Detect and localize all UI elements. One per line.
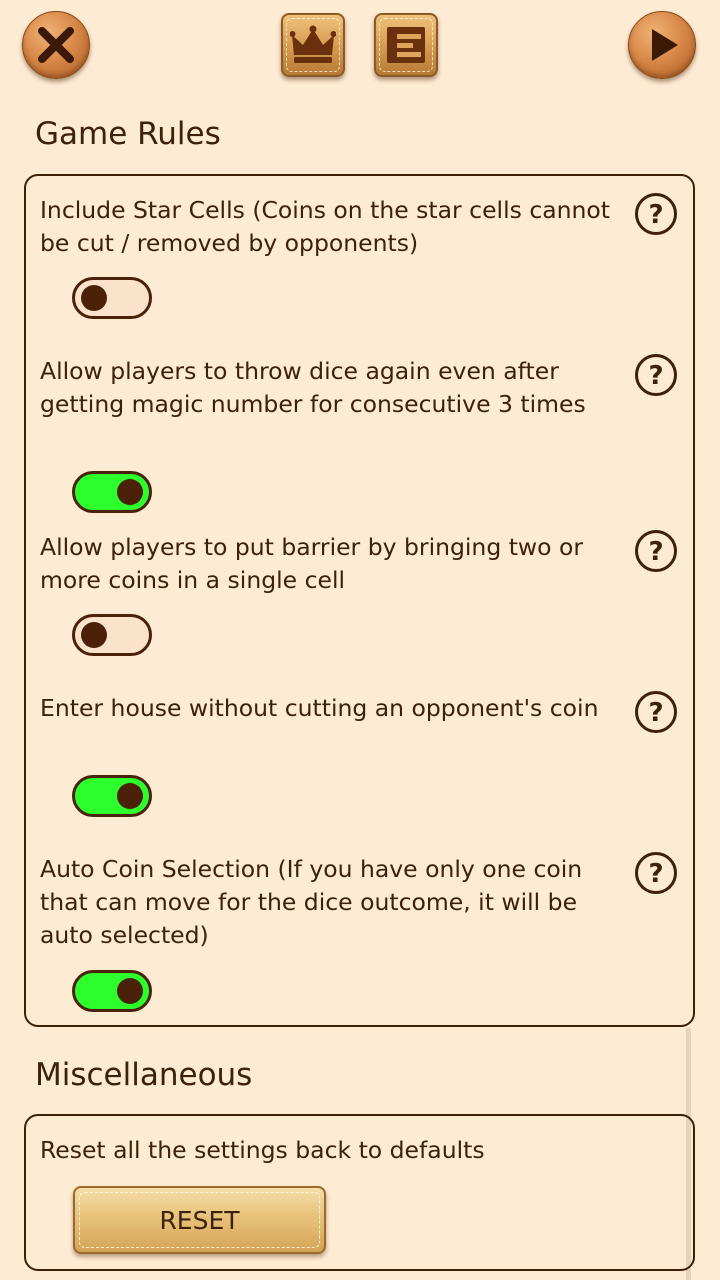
menu-button[interactable] <box>374 13 438 77</box>
svg-text:?: ? <box>648 698 663 728</box>
svg-text:?: ? <box>648 537 663 567</box>
toggle-barrier[interactable] <box>72 614 152 656</box>
svg-text:?: ? <box>648 361 663 391</box>
rule-star-cells-text: Include Star Cells (Coins on the star ce… <box>40 196 611 257</box>
toggle-knob <box>81 285 107 311</box>
x-icon <box>38 27 74 63</box>
toggle-auto-coin[interactable] <box>72 970 152 1012</box>
reset-button-label: RESET <box>159 1205 240 1235</box>
wooden-stack-icon <box>387 27 425 63</box>
close-button[interactable] <box>22 11 90 79</box>
question-circle-icon[interactable]: ? <box>634 353 678 397</box>
toggle-knob <box>117 783 143 809</box>
question-circle-icon[interactable]: ? <box>634 529 678 573</box>
svg-text:?: ? <box>648 200 663 230</box>
reset-button[interactable]: RESET <box>73 1186 326 1254</box>
play-button[interactable] <box>628 11 696 79</box>
toggle-dice-again[interactable] <box>72 471 152 513</box>
leaderboard-button[interactable] <box>281 13 345 77</box>
question-circle-icon[interactable]: ? <box>634 690 678 734</box>
rule-auto-coin-text: Auto Coin Selection (If you have only on… <box>40 855 583 949</box>
toggle-enter-house[interactable] <box>72 775 152 817</box>
toggle-knob <box>117 978 143 1004</box>
rule-dice-again-text: Allow players to throw dice again even a… <box>40 357 586 418</box>
settings-screen: Game Rules Include Star Cells (Coins on … <box>0 0 720 1280</box>
rule-barrier-text: Allow players to put barrier by bringing… <box>40 533 584 594</box>
question-circle-icon[interactable]: ? <box>634 851 678 895</box>
rule-enter-house-text: Enter house without cutting an opponent'… <box>40 694 599 722</box>
game-rules-title: Game Rules <box>35 116 221 152</box>
svg-text:?: ? <box>648 859 663 889</box>
play-triangle-icon <box>652 29 678 61</box>
reset-description: Reset all the settings back to defaults <box>40 1136 485 1164</box>
toggle-knob <box>81 622 107 648</box>
question-circle-icon[interactable]: ? <box>634 192 678 236</box>
crown-icon <box>290 25 336 63</box>
miscellaneous-title: Miscellaneous <box>35 1057 253 1093</box>
toggle-knob <box>117 479 143 505</box>
toggle-star-cells[interactable] <box>72 277 152 319</box>
